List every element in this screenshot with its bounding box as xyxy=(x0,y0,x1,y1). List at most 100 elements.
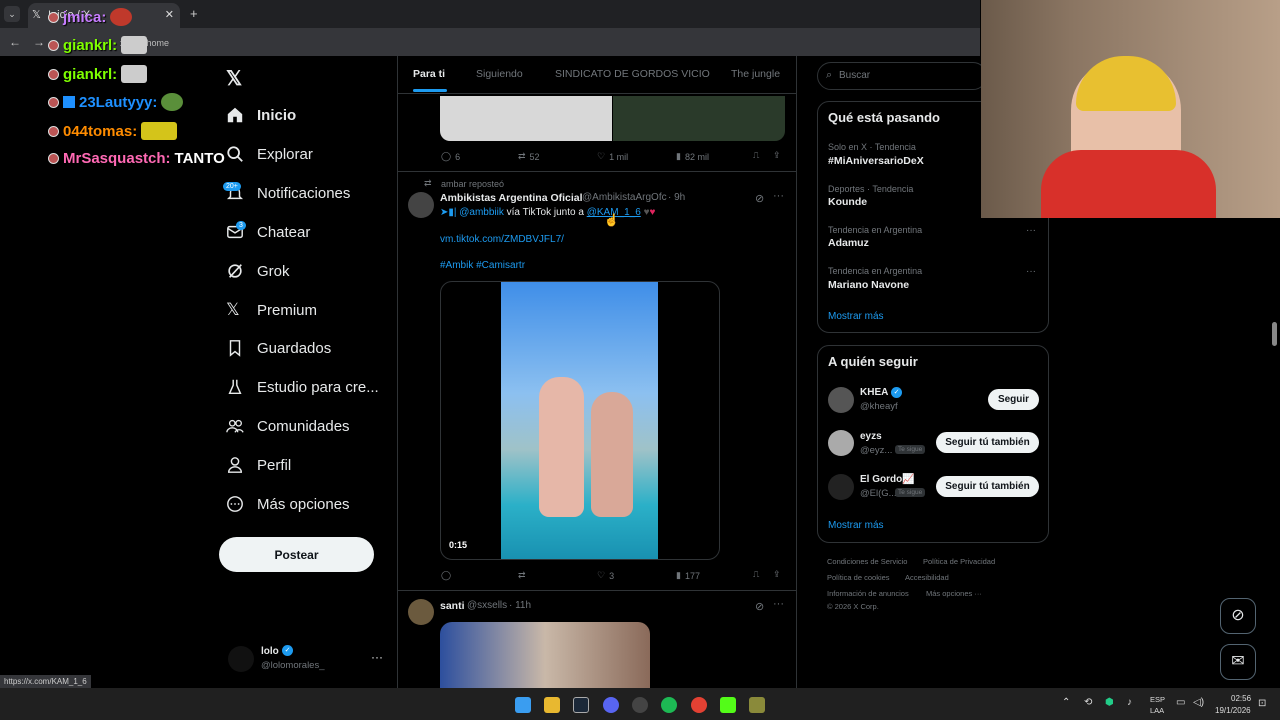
forward-icon[interactable]: → xyxy=(33,35,45,49)
tray-sync-icon[interactable]: ⟲ xyxy=(1084,697,1092,708)
spotify-icon[interactable] xyxy=(661,697,677,713)
repost-icon: ⇄ xyxy=(518,151,526,161)
search-box[interactable]: ⌕ Buscar xyxy=(817,62,987,90)
nav-explore[interactable]: Explorar xyxy=(226,145,313,163)
repost-button[interactable]: ⇄ 52 xyxy=(518,151,540,162)
footer-link[interactable]: Condiciones de Servicio xyxy=(827,557,907,566)
footer-link[interactable]: Información de anuncios xyxy=(827,589,909,598)
follow-button[interactable]: Seguir xyxy=(988,389,1039,410)
chat-sub-icon xyxy=(63,96,75,108)
who-to-follow-show-more[interactable]: Mostrar más xyxy=(828,520,884,531)
nav-communities[interactable]: Comunidades xyxy=(226,417,350,435)
author-name[interactable]: santi xyxy=(440,600,465,612)
tray-chevron-icon[interactable]: ⌃ xyxy=(1062,697,1070,708)
post-hashtags[interactable]: #Ambik #Camisartr xyxy=(440,260,525,271)
tab-close-icon[interactable]: ✕ xyxy=(165,8,174,21)
scrollbar[interactable] xyxy=(1272,322,1277,346)
post-time[interactable]: · 11h xyxy=(509,600,531,611)
steam-icon[interactable] xyxy=(573,697,589,713)
lang-layout[interactable]: LAA xyxy=(1150,706,1164,715)
notification-center-icon[interactable]: ⊡ xyxy=(1258,698,1266,709)
file-explorer-icon[interactable] xyxy=(544,697,560,713)
avatar[interactable] xyxy=(408,599,434,625)
author-name[interactable]: Ambikistas Argentina Oficial xyxy=(440,192,583,204)
nav-grok[interactable]: Grok xyxy=(226,262,290,280)
app-icon[interactable] xyxy=(749,697,765,713)
footer-link[interactable]: Más opciones ··· xyxy=(926,589,982,598)
footer-link[interactable]: Política de cookies xyxy=(827,573,890,582)
author-handle[interactable]: @sxsells xyxy=(467,600,507,611)
nav-notifications[interactable]: Notificaciones xyxy=(226,184,350,202)
reply-icon: ◯ xyxy=(441,570,452,580)
share-icon[interactable]: ⇪ xyxy=(773,150,781,161)
grok-icon[interactable]: ⊘ xyxy=(755,192,764,205)
follow-back-button[interactable]: Seguir tú también xyxy=(936,432,1039,453)
lang-code[interactable]: ESP xyxy=(1150,695,1165,704)
nav-home[interactable]: Inicio xyxy=(226,106,296,124)
clock-time[interactable]: 02:56 xyxy=(1231,694,1251,703)
footer-link[interactable]: Política de Privacidad xyxy=(923,557,995,566)
nav-label: Explorar xyxy=(257,145,313,163)
post-media[interactable] xyxy=(440,622,650,688)
nav-premium[interactable]: 𝕏 Premium xyxy=(226,300,317,320)
views-button[interactable]: ▮ 82 mil xyxy=(676,151,709,162)
more-dots-icon[interactable]: ··· xyxy=(371,650,383,664)
start-icon[interactable] xyxy=(515,697,531,713)
bookmark-icon[interactable]: ⎍ xyxy=(753,150,759,161)
tab-siguiendo[interactable]: Siguiendo xyxy=(476,68,523,80)
kick-icon[interactable] xyxy=(720,697,736,713)
video-time: 0:15 xyxy=(449,540,468,550)
new-tab-icon[interactable]: + xyxy=(190,6,198,21)
nav-bookmarks[interactable]: Guardados xyxy=(226,339,331,357)
mention-link[interactable]: @ambbiik xyxy=(459,207,504,218)
post-time[interactable]: · 9h xyxy=(668,192,685,203)
trends-show-more[interactable]: Mostrar más xyxy=(828,311,884,322)
more-dots-icon[interactable]: ··· xyxy=(1026,225,1036,236)
x-logo-icon[interactable]: 𝕏 xyxy=(226,66,242,91)
like-button[interactable]: ♡ 1 mil xyxy=(597,151,628,162)
footer-link[interactable]: Accesibilidad xyxy=(905,573,949,582)
clock-date[interactable]: 19/1/2026 xyxy=(1215,706,1251,715)
video-player[interactable] xyxy=(440,281,720,560)
messages-float-button[interactable]: ✉ xyxy=(1220,644,1256,680)
grok-float-button[interactable]: ⊘ xyxy=(1220,598,1256,634)
more-dots-icon[interactable]: ··· xyxy=(1026,266,1036,277)
reply-count: 6 xyxy=(455,151,461,162)
share-icon[interactable]: ⇪ xyxy=(773,569,781,580)
views-button[interactable]: ▮ 177 xyxy=(676,570,700,581)
nav-profile[interactable]: Perfil xyxy=(226,456,291,474)
more-dots-icon[interactable]: ··· xyxy=(773,190,784,202)
nav-studio[interactable]: Estudio para cre... xyxy=(226,378,379,396)
post-media[interactable] xyxy=(613,96,785,141)
chrome-icon[interactable] xyxy=(691,697,707,713)
post-media[interactable] xyxy=(440,96,612,141)
more-dots-icon[interactable]: ··· xyxy=(773,598,784,610)
tab-list-button[interactable]: ⌄ xyxy=(4,6,20,22)
like-button[interactable]: ♡ 3 xyxy=(597,570,614,581)
tab-sindicato[interactable]: SINDICATO DE GORDOS VICIO xyxy=(555,68,710,80)
tray-mic-icon[interactable]: ♪ xyxy=(1127,697,1132,708)
avatar xyxy=(228,646,254,672)
post-link[interactable]: vm.tiktok.com/ZMDBVJFL7/ xyxy=(440,234,564,245)
back-icon[interactable]: ← xyxy=(9,35,21,49)
post-button[interactable]: Postear xyxy=(219,537,374,572)
discord-icon[interactable] xyxy=(603,697,619,713)
reply-button[interactable]: ◯ 6 xyxy=(441,151,460,162)
tab-the-jungle[interactable]: The jungle xyxy=(731,68,780,80)
repost-button[interactable]: ⇄ xyxy=(518,570,530,581)
avatar[interactable] xyxy=(408,192,434,218)
communities-icon xyxy=(226,419,244,433)
reply-button[interactable]: ◯ xyxy=(441,570,455,581)
chat-user: giankrl: xyxy=(63,36,118,54)
tab-para-ti[interactable]: Para ti xyxy=(413,68,445,80)
volume-icon[interactable]: ◁) xyxy=(1193,697,1204,708)
follow-back-button[interactable]: Seguir tú también xyxy=(936,476,1039,497)
bookmark-icon[interactable]: ⎍ xyxy=(753,569,759,580)
trend-meta: Tendencia en Argentina xyxy=(828,266,923,276)
network-icon[interactable]: ▭ xyxy=(1176,697,1185,708)
obs-icon[interactable] xyxy=(632,697,648,713)
tray-app-icon[interactable]: ⬢ xyxy=(1105,697,1114,708)
author-handle[interactable]: @AmbikistaArgOfc xyxy=(582,192,667,203)
grok-icon[interactable]: ⊘ xyxy=(755,600,764,613)
nav-more[interactable]: Más opciones xyxy=(226,495,350,513)
